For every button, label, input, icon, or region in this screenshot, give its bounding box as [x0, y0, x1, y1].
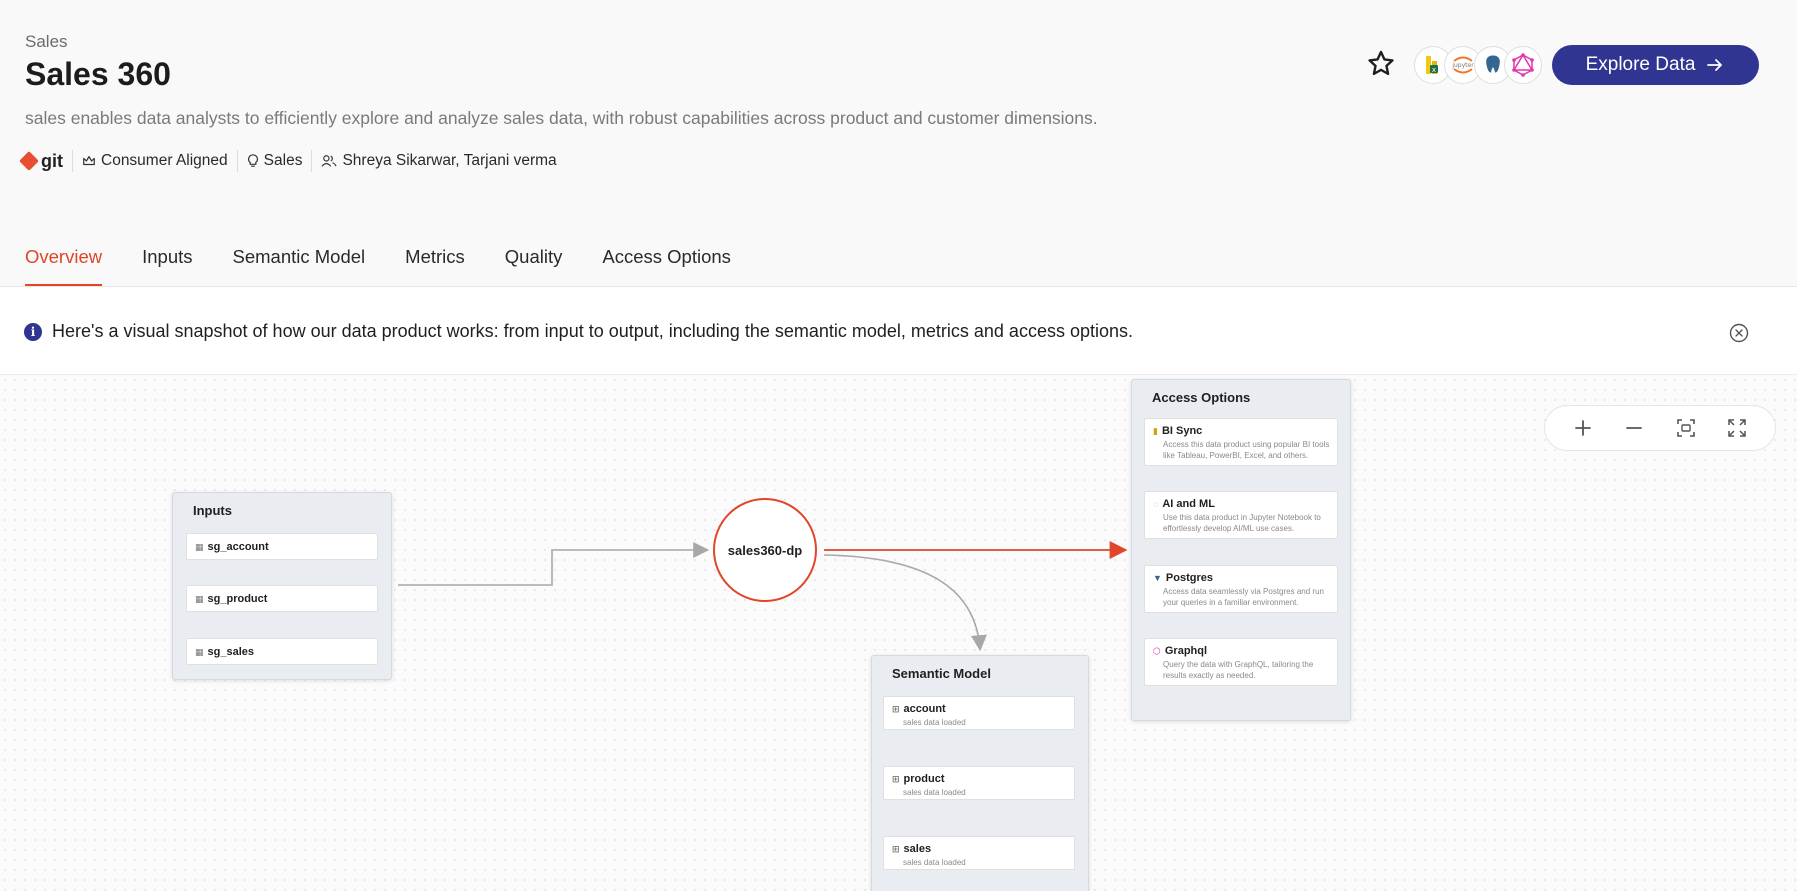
crown-icon: [83, 156, 95, 166]
tab-bar: Overview Inputs Semantic Model Metrics Q…: [25, 246, 731, 286]
page-description: sales enables data analysts to efficient…: [25, 108, 1098, 128]
expand-icon: [1728, 419, 1746, 437]
breadcrumb[interactable]: Sales: [25, 32, 68, 52]
favorite-button[interactable]: [1365, 48, 1397, 80]
explore-data-button[interactable]: Explore Data: [1552, 45, 1759, 85]
bulb-icon: [247, 153, 258, 167]
table-icon: ▦: [195, 541, 204, 552]
domain-tag: Sales: [236, 150, 312, 172]
zoom-out-button[interactable]: [1619, 413, 1649, 443]
tab-quality[interactable]: Quality: [505, 246, 563, 286]
zoom-controls: [1544, 405, 1776, 451]
semantic-item[interactable]: ⊞ account sales data loaded: [883, 696, 1075, 730]
tab-access-options[interactable]: Access Options: [602, 246, 731, 286]
focus-icon: [1676, 419, 1695, 437]
info-icon: i: [24, 323, 42, 341]
star-icon: [1368, 50, 1394, 76]
banner-text: Here's a visual snapshot of how our data…: [52, 321, 1133, 341]
access-options-node-title: Access Options: [1152, 390, 1251, 405]
jupyter-icon: ◌: [1153, 499, 1159, 509]
table-icon: ▦: [195, 593, 204, 604]
tab-metrics[interactable]: Metrics: [405, 246, 465, 286]
semantic-model-node-title: Semantic Model: [892, 666, 991, 681]
users-icon: [322, 155, 337, 167]
cube-icon: ⊞: [892, 703, 900, 714]
access-item-graphql[interactable]: ⬡ Graphql Query the data with GraphQL, ta…: [1144, 638, 1338, 686]
edge-inputs-to-dp: [398, 542, 710, 586]
alignment-tag: Consumer Aligned: [72, 150, 237, 172]
tab-overview[interactable]: Overview: [25, 246, 103, 286]
svg-text:jupyter: jupyter: [1451, 62, 1474, 69]
tab-inputs[interactable]: Inputs: [142, 246, 192, 286]
cube-icon: ⊞: [892, 843, 900, 854]
svg-text:x: x: [1432, 66, 1436, 74]
owners-tag: Shreya Sikarwar, Tarjani verma: [311, 150, 565, 172]
inputs-node-title: Inputs: [193, 503, 232, 518]
bi-sync-icon: ▮: [1153, 425, 1158, 436]
git-label: git: [41, 150, 63, 171]
graphql-icon: ⬡: [1153, 645, 1161, 656]
semantic-item[interactable]: ⊞ product sales data loaded: [883, 766, 1075, 800]
graphql-icon: [1504, 46, 1542, 84]
input-item[interactable]: ▦ sg_sales: [186, 638, 378, 665]
access-options-node[interactable]: Access Options ▮ BI Sync Access this data…: [1131, 379, 1351, 721]
plus-icon: [1574, 420, 1591, 436]
tool-avatars[interactable]: x jupyter: [1414, 46, 1542, 84]
semantic-item[interactable]: ⊞ sales sales data loaded: [883, 836, 1075, 870]
edge-dp-to-semantic: [823, 554, 987, 652]
input-item[interactable]: ▦ sg_account: [186, 533, 378, 560]
banner-close-button[interactable]: [1729, 323, 1749, 348]
meta-row: git Consumer Aligned Sales Shreya Sikarw…: [19, 150, 566, 172]
access-item-bi-sync[interactable]: ▮ BI Sync Access this data product using …: [1144, 418, 1338, 466]
fullscreen-button[interactable]: [1722, 413, 1752, 443]
info-banner: i Here's a visual snapshot of how our da…: [0, 287, 1797, 375]
git-link[interactable]: git: [19, 150, 72, 172]
lineage-canvas[interactable]: Inputs ▦ sg_account ▦ sg_product ▦ sg_sales…: [0, 375, 1797, 891]
minus-icon: [1626, 427, 1643, 429]
access-item-ai-ml[interactable]: ◌ AI and ML Use this data product in Jupy…: [1144, 491, 1338, 539]
fit-view-button[interactable]: [1671, 413, 1701, 443]
zoom-in-button[interactable]: [1568, 413, 1598, 443]
postgres-icon: ▼: [1153, 573, 1162, 583]
inputs-node[interactable]: Inputs ▦ sg_account ▦ sg_product ▦ sg_sales: [172, 492, 392, 680]
cube-icon: ⊞: [892, 773, 900, 784]
input-item[interactable]: ▦ sg_product: [186, 585, 378, 612]
data-product-node[interactable]: sales360-dp: [713, 498, 817, 602]
close-circle-icon: [1729, 323, 1749, 343]
access-item-postgres[interactable]: ▼ Postgres Access data seamlessly via Pos…: [1144, 565, 1338, 613]
tab-semantic-model[interactable]: Semantic Model: [233, 246, 366, 286]
semantic-model-node[interactable]: Semantic Model ⊞ account sales data loade…: [871, 655, 1089, 891]
arrow-right-icon: [1707, 59, 1723, 71]
git-icon: [19, 151, 39, 171]
page-title: Sales 360: [25, 56, 171, 92]
page-header: Sales Sales 360 sales enables data analy…: [0, 0, 1797, 287]
table-icon: ▦: [195, 646, 204, 657]
